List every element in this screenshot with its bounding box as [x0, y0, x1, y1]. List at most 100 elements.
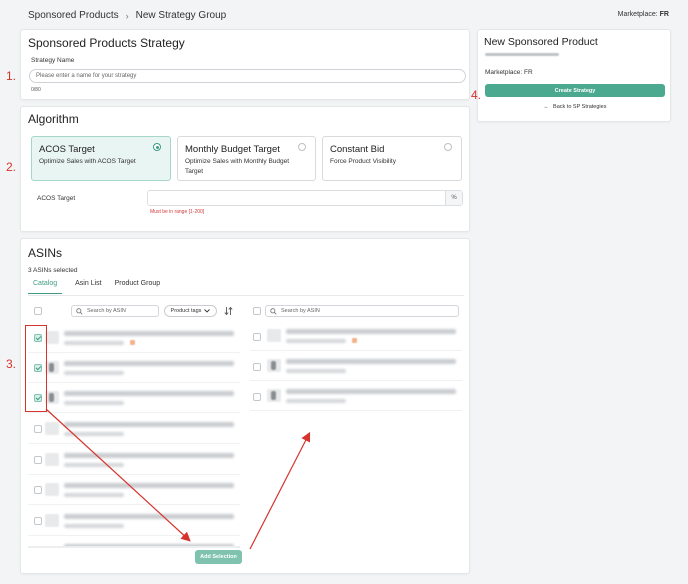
acos-target-input[interactable]: %	[147, 190, 463, 206]
row-checkbox[interactable]	[34, 456, 42, 464]
row-checkbox[interactable]	[34, 517, 42, 525]
search-icon	[270, 307, 277, 315]
product-thumbnail	[45, 361, 59, 374]
product-thumbnail	[45, 483, 59, 496]
catalog-list	[28, 322, 240, 546]
option-desc: Force Product Visibility	[330, 158, 396, 165]
blurred-product-title	[64, 361, 234, 366]
summary-card: New Sponsored Product Marketplace: FR Cr…	[477, 29, 671, 122]
create-strategy-button[interactable]: Create Strategy	[485, 84, 665, 97]
blurred-product-meta	[64, 493, 124, 497]
option-desc: Optimize Sales with ACOS Target	[39, 158, 136, 165]
right-search-input[interactable]: Search by ASIN	[265, 305, 459, 317]
row-checkbox[interactable]	[253, 363, 261, 371]
blurred-product-title	[286, 389, 456, 394]
back-link-label: Back to SP Strategies	[553, 104, 607, 110]
summary-title: New Sponsored Product	[484, 36, 598, 48]
blurred-product-title	[64, 331, 234, 336]
list-item[interactable]	[28, 324, 240, 353]
select-all-checkbox[interactable]	[34, 307, 42, 315]
asins-title: ASINs	[28, 246, 63, 260]
list-item[interactable]	[28, 384, 240, 413]
option-desc: Optimize Sales with Monthly Budget Targe…	[185, 158, 290, 175]
marketplace-value: FR	[659, 11, 669, 18]
row-checkbox[interactable]	[34, 425, 42, 433]
annotation-highlight-box	[25, 325, 47, 412]
strategy-name-label: Strategy Name	[31, 57, 75, 64]
list-item[interactable]	[28, 446, 240, 475]
strategy-title: Sponsored Products Strategy	[28, 36, 185, 50]
strategy-name-input[interactable]: Please enter a name for your strategy	[29, 69, 466, 83]
marketplace-label: Marketplace:	[617, 11, 658, 18]
strategy-name-counter: 0/80	[31, 87, 41, 93]
add-selection-button[interactable]: Add Selection	[195, 550, 242, 564]
annotation-4: 4.	[471, 88, 482, 102]
blurred-product-title	[64, 391, 234, 396]
product-thumbnail	[45, 331, 59, 344]
breadcrumb-root[interactable]: Sponsored Products	[28, 10, 119, 21]
blurred-product-title	[64, 514, 234, 519]
chevron-down-icon	[204, 309, 211, 313]
tab-asin-list[interactable]: Asin List	[75, 280, 101, 294]
asins-card: ASINs 3 ASINs selected Catalog Asin List…	[20, 238, 470, 574]
acos-target-label: ACOS Target	[37, 195, 76, 202]
product-thumbnail	[267, 389, 281, 402]
list-item[interactable]	[28, 415, 240, 444]
blurred-product-meta	[286, 339, 346, 343]
list-item[interactable]	[28, 354, 240, 383]
strategy-card: Sponsored Products Strategy Strategy Nam…	[20, 29, 470, 100]
blurred-product-meta	[64, 463, 124, 467]
product-thumbnail	[45, 422, 59, 435]
top-bar: Sponsored Products › New Strategy Group …	[0, 0, 688, 30]
right-select-all-checkbox[interactable]	[253, 307, 261, 315]
option-constant-bid[interactable]: Constant Bid Force Product Visibility	[322, 136, 462, 181]
product-tags-label: Product tags	[170, 308, 202, 314]
blurred-product-meta	[64, 524, 124, 528]
search-placeholder: Search by ASIN	[87, 308, 126, 314]
acos-error-message: Must be in range [1-200]	[150, 209, 205, 215]
radio-unselected[interactable]	[298, 143, 306, 151]
horizontal-scrollbar[interactable]	[28, 546, 240, 548]
blurred-product-title	[286, 359, 456, 364]
radio-unselected[interactable]	[444, 143, 452, 151]
list-item[interactable]	[28, 537, 240, 546]
blurred-product-title	[286, 329, 456, 334]
back-to-strategies-link[interactable]: ← Back to SP Strategies	[478, 104, 672, 110]
blurred-product-title	[64, 422, 234, 427]
product-thumbnail	[45, 514, 59, 527]
selected-list	[250, 322, 462, 412]
row-checkbox[interactable]	[34, 486, 42, 494]
tabs-divider	[28, 295, 464, 296]
blurred-product-meta	[286, 369, 346, 373]
breadcrumb-current: New Strategy Group	[135, 10, 227, 21]
option-title: Constant Bid	[330, 144, 385, 155]
blurred-product-meta	[64, 432, 124, 436]
row-checkbox[interactable]	[253, 393, 261, 401]
breadcrumb-separator: ›	[125, 10, 129, 21]
list-item[interactable]	[28, 507, 240, 536]
blurred-product-meta	[286, 399, 346, 403]
list-item[interactable]	[28, 476, 240, 505]
list-item[interactable]	[250, 322, 462, 351]
list-item[interactable]	[250, 352, 462, 381]
list-item[interactable]	[250, 382, 462, 411]
tab-catalog[interactable]: Catalog	[28, 280, 63, 294]
product-thumbnail	[267, 329, 281, 342]
sort-icon[interactable]	[224, 306, 233, 318]
row-checkbox[interactable]	[253, 333, 261, 341]
option-acos-target[interactable]: ACOS Target Optimize Sales with ACOS Tar…	[31, 136, 171, 181]
annotation-2: 2.	[6, 160, 17, 174]
algorithm-card: Algorithm ACOS Target Optimize Sales wit…	[20, 106, 470, 232]
tab-product-group[interactable]: Product Group	[115, 280, 161, 294]
percent-suffix: %	[445, 191, 462, 205]
search-placeholder: Search by ASIN	[281, 308, 320, 314]
asins-selected-count: 3 ASINs selected	[28, 267, 78, 274]
left-search-input[interactable]: Search by ASIN	[71, 305, 159, 317]
arrow-left-icon: ←	[543, 104, 550, 110]
product-thumbnail	[45, 391, 59, 404]
algorithm-title: Algorithm	[28, 112, 79, 126]
radio-selected[interactable]	[153, 143, 161, 151]
option-monthly-budget[interactable]: Monthly Budget Target Optimize Sales wit…	[177, 136, 316, 181]
product-tags-dropdown[interactable]: Product tags	[164, 305, 217, 317]
blurred-product-meta	[64, 341, 124, 345]
